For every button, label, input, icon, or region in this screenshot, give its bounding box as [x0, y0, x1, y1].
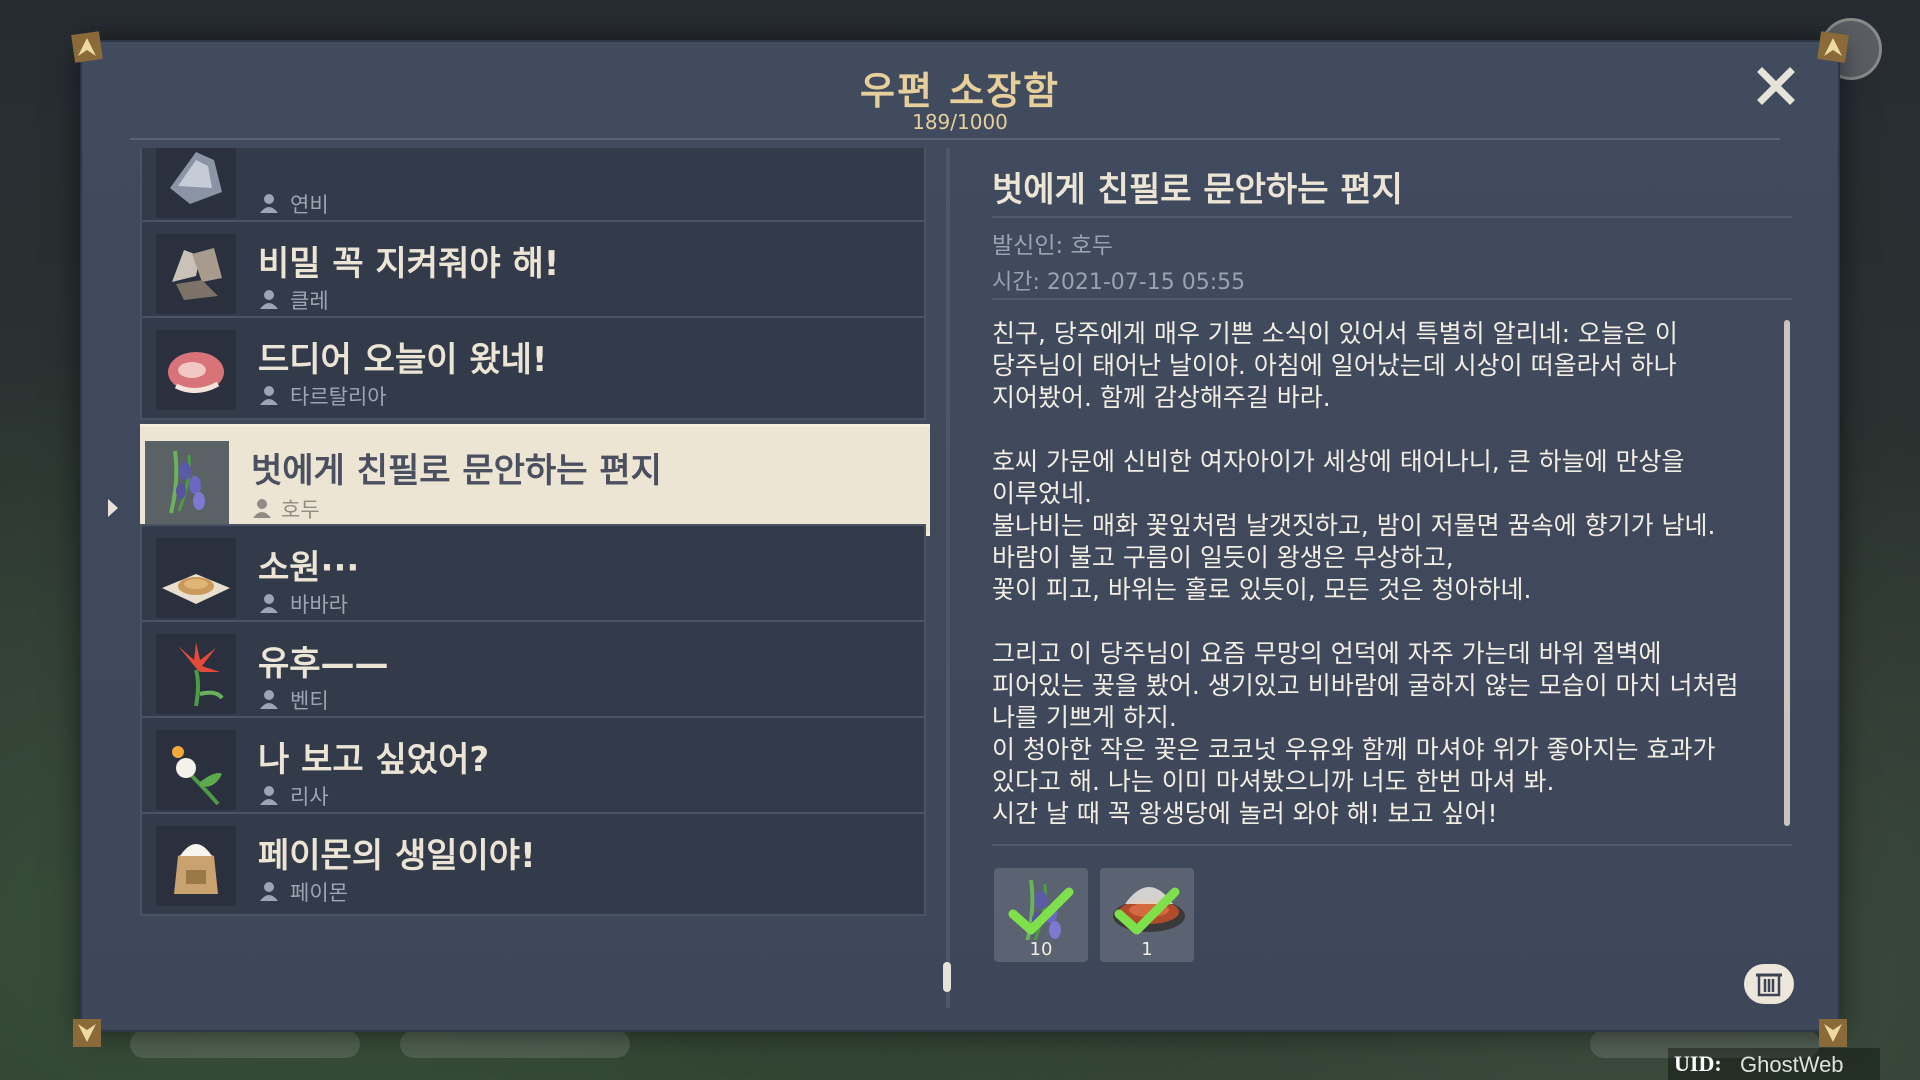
mail-sender: 호두: [281, 498, 320, 522]
mail-subject: 유후——: [258, 644, 389, 684]
mail-body-scrollbar[interactable]: [1784, 320, 1790, 826]
mail-subject: 비밀 꼭 지켜줘야 해!: [258, 244, 560, 284]
attachment-item[interactable]: 1: [1100, 868, 1194, 962]
mail-body-paragraph: 호씨 가문에 신비한 여자아이가 세상에 태어나니, 큰 하늘에 만상을이루었네…: [992, 446, 1782, 606]
mail-body-line: 있다고 해. 나는 이미 마셔봤으니까 너도 한번 마셔 봐.: [992, 767, 1555, 796]
uid-watermark: UID: GhostWeb: [1668, 1048, 1880, 1080]
trash-icon: [1756, 973, 1782, 997]
dandelion-icon: [156, 730, 236, 810]
mail-body-line: 지어봤어. 함께 감상해주길 바라.: [992, 383, 1331, 412]
attachment-quantity: 1: [1141, 939, 1153, 960]
violetgrass-icon: [145, 441, 229, 525]
delete-read-button[interactable]: [1744, 964, 1794, 1004]
corner-ornament-icon: [1816, 1016, 1850, 1050]
person-icon: [258, 288, 280, 310]
corner-ornament-icon: [70, 1016, 104, 1050]
person-icon: [251, 497, 273, 519]
detail-divider: [992, 298, 1792, 300]
attachment-quantity: 10: [1029, 939, 1053, 960]
pastry-icon: [156, 538, 236, 618]
person-icon: [258, 688, 280, 710]
mail-list-item[interactable]: 유후—— 벤티: [140, 620, 926, 724]
mail-sender: 바바라: [290, 593, 348, 617]
flour-sack-icon: [156, 826, 236, 906]
mail-sender-line: 발신인: 호두: [992, 233, 1113, 259]
mail-subject: 소원···: [258, 548, 360, 588]
uid-label: UID:: [1674, 1051, 1722, 1076]
mail-subject: 벗에게 친필로 문안하는 편지: [251, 451, 662, 491]
person-icon: [258, 384, 280, 406]
mail-sender: 벤티: [290, 689, 329, 713]
mail-body-paragraph: 그리고 이 당주님이 요즘 무망의 언덕에 자주 가는데 바위 절벽에피어있는 …: [992, 638, 1782, 830]
header-divider: [130, 138, 1780, 140]
mail-list[interactable]: 연비비밀 꼭 지켜줘야 해! 클레드디어 오늘이 왔네! 타르탈리아벗에게 친필로 …: [140, 148, 930, 1014]
mail-list-item[interactable]: 드디어 오늘이 왔네! 타르탈리아: [140, 316, 926, 420]
mail-list-scrollbar[interactable]: [946, 148, 950, 1008]
mail-list-item[interactable]: 연비: [140, 148, 926, 228]
mail-list-item[interactable]: 페이몬의 생일이야! 페이몬: [140, 812, 926, 916]
close-icon: [1757, 67, 1795, 105]
mail-list-item[interactable]: 나 보고 싶었어? 리사: [140, 716, 926, 820]
mail-body-line: 피어있는 꽃을 봤어. 생기있고 비바람에 굴하지 않는 모습이 마치 너처럼: [992, 671, 1739, 700]
mail-list-scroll-thumb[interactable]: [943, 962, 951, 992]
lily-icon: [156, 634, 236, 714]
mail-body-line: 시간 날 때 꼭 왕생당에 놀러 와야 해! 보고 싶어!: [992, 799, 1498, 828]
mail-sender: 클레: [290, 289, 329, 313]
mail-list-item[interactable]: 소원··· 바바라: [140, 524, 926, 628]
mail-body-line: 호씨 가문에 신비한 여자아이가 세상에 태어나니, 큰 하늘에 만상을: [992, 447, 1685, 476]
violetgrass-icon: [1008, 879, 1074, 940]
attachment-item[interactable]: 10: [994, 868, 1088, 962]
background-button: [400, 1030, 630, 1058]
mail-body-line: 당주님이 태어난 날이야. 아침에 일어났는데 시상이 떠올라서 하나: [992, 351, 1677, 380]
mail-count: 189/1000: [912, 110, 1008, 134]
mail-time-line: 시간: 2021-07-15 05:55: [992, 270, 1246, 295]
uid-value: GhostWeb: [1740, 1052, 1844, 1077]
mail-body-line: 그리고 이 당주님이 요즘 무망의 언덕에 자주 가는데 바위 절벽에: [992, 639, 1662, 668]
steak-dish-icon: [1113, 887, 1185, 935]
detail-divider: [992, 844, 1792, 846]
mail-sender: 페이몬: [290, 881, 348, 905]
mail-body: 친구, 당주에게 매우 기쁜 소식이 있어서 특별히 알리네: 오늘은 이당주님…: [992, 318, 1782, 862]
detail-divider: [992, 216, 1792, 218]
mail-body-line: 바람이 불고 구름이 일듯이 왕생은 무상하고,: [992, 543, 1454, 572]
corner-ornament-icon: [70, 30, 104, 64]
mail-sender: 리사: [290, 785, 329, 809]
mail-body-line: 불나비는 매화 꽃잎처럼 날갯짓하고, 밤이 저물면 꿈속에 향기가 남네.: [992, 511, 1716, 540]
mail-list-item-selected[interactable]: 벗에게 친필로 문안하는 편지호두: [140, 424, 930, 536]
mail-subject: 페이몬의 생일이야!: [258, 836, 536, 876]
person-icon: [258, 880, 280, 902]
mail-body-line: 나를 기쁘게 하지.: [992, 703, 1177, 732]
mail-body-line: 이 청아한 작은 꽃은 코코넛 우유와 함께 마셔야 위가 좋아지는 효과가: [992, 735, 1716, 764]
ore-icon: [156, 148, 236, 218]
window-title: 우편 소장함: [859, 69, 1061, 113]
mail-subject: 드디어 오늘이 왔네!: [258, 340, 548, 380]
mail-body-line: 꽃이 피고, 바위는 홀로 있듯이, 모든 것은 청아하네.: [992, 575, 1532, 604]
person-icon: [258, 784, 280, 806]
crystal-chunk-icon: [156, 234, 236, 314]
mail-sender: 타르탈리아: [290, 385, 387, 409]
person-icon: [258, 192, 280, 214]
background-button: [130, 1030, 360, 1058]
mail-detail-title: 벗에게 친필로 문안하는 편지: [992, 170, 1403, 210]
close-button[interactable]: [1756, 66, 1796, 106]
mail-body-line: 이루었네.: [992, 479, 1092, 508]
person-icon: [258, 592, 280, 614]
mail-list-item[interactable]: 비밀 꼭 지켜줘야 해! 클레: [140, 220, 926, 324]
mail-subject: 나 보고 싶었어?: [258, 740, 490, 780]
mail-body-paragraph: 친구, 당주에게 매우 기쁜 소식이 있어서 특별히 알리네: 오늘은 이당주님…: [992, 318, 1782, 414]
game-screen: 우편 소장함 189/1000 연비비밀 꼭 지켜줘야 해! 클레드디어 오늘이 …: [0, 0, 1920, 1080]
mail-body-line: 친구, 당주에게 매우 기쁜 소식이 있어서 특별히 알리네: 오늘은 이: [992, 319, 1678, 348]
mail-sender: 연비: [290, 193, 329, 217]
selected-arrow-icon: [106, 497, 120, 519]
corner-ornament-icon: [1816, 30, 1850, 64]
raw-meat-icon: [156, 330, 236, 410]
